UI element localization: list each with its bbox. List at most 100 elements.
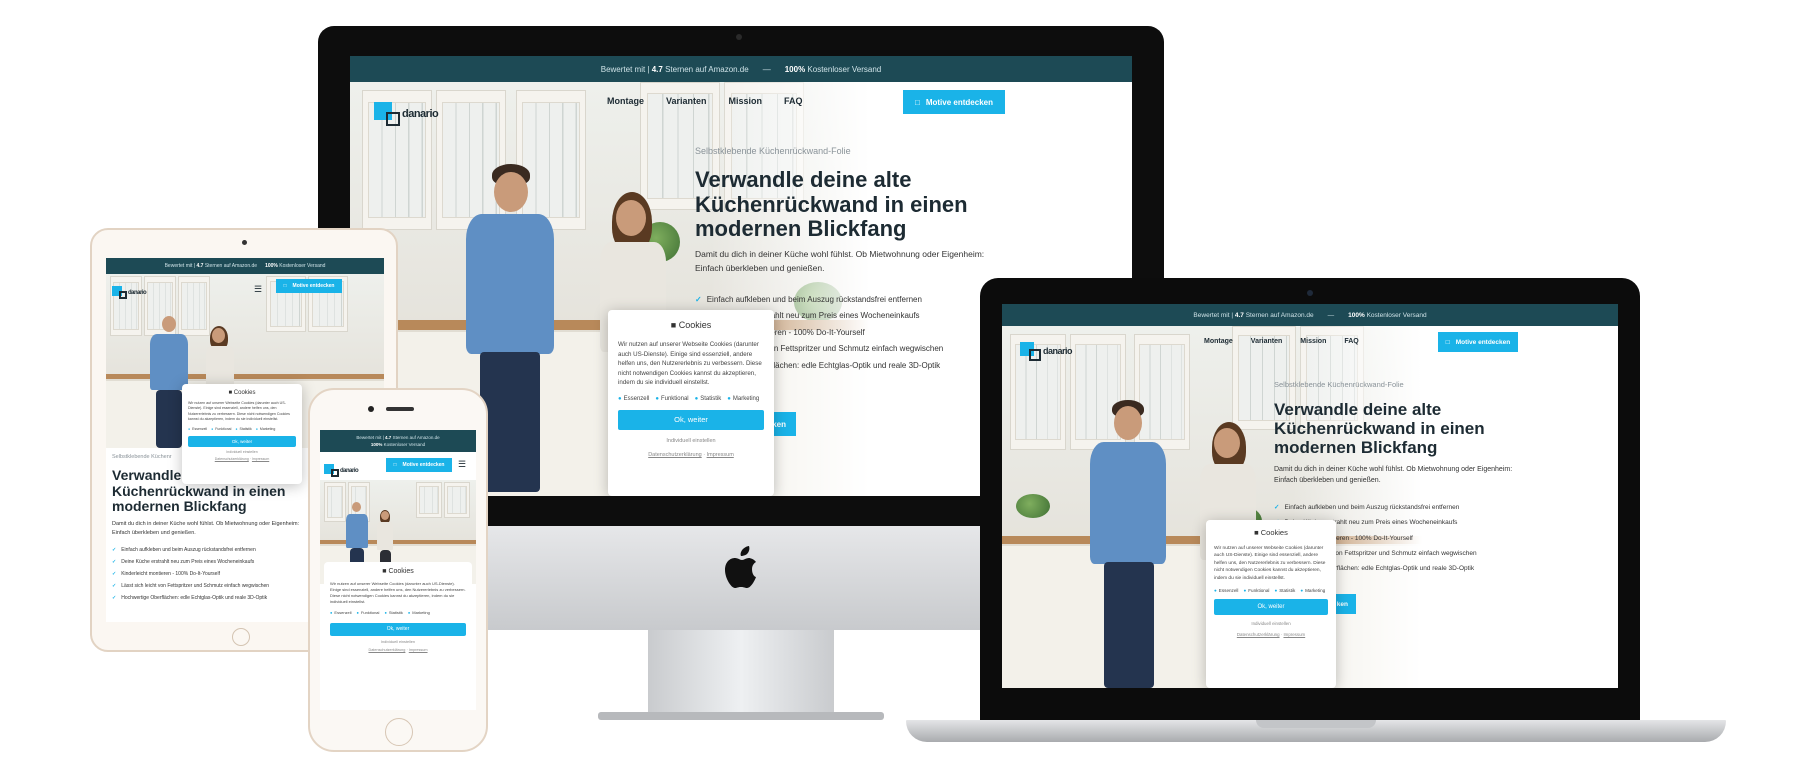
category-statistik[interactable]: Statistik bbox=[1274, 588, 1295, 593]
cookie-dialog: ■ Cookies Wir nutzen auf unserer Webseit… bbox=[608, 310, 774, 496]
apple-logo-icon bbox=[723, 546, 759, 590]
document-icon: □ bbox=[915, 97, 920, 107]
phone-screen: Bewertet mit | 4.7 Sternen auf Amazon.de… bbox=[320, 430, 476, 710]
imprint-link[interactable]: Impressum bbox=[1283, 632, 1305, 637]
motive-entdecken-button[interactable]: □ Motive entdecken bbox=[276, 279, 342, 293]
nav-item-varianten[interactable]: Varianten bbox=[1251, 338, 1283, 345]
category-marketing[interactable]: Marketing bbox=[256, 427, 275, 431]
nav-item-varianten[interactable]: Varianten bbox=[666, 96, 707, 106]
logo[interactable]: danario bbox=[374, 90, 439, 126]
document-icon: □ bbox=[393, 462, 397, 468]
motive-entdecken-button[interactable]: □ Motive entdecken bbox=[903, 90, 1005, 114]
category-marketing[interactable]: Marketing bbox=[727, 396, 759, 402]
document-icon: □ bbox=[1445, 338, 1450, 346]
hero-title: Verwandle deine alte Küchenrückwand in ei… bbox=[1274, 400, 1485, 458]
check-item: Einfach aufkleben und beim Auszug rückst… bbox=[1274, 500, 1544, 515]
macbook-device: Bewertet mit | 4.7 Sternen auf Amazon.de… bbox=[906, 278, 1726, 748]
main-nav: Montage Varianten Mission FAQ bbox=[607, 96, 803, 106]
category-statistik[interactable]: Statistik bbox=[695, 396, 721, 402]
category-statistik[interactable]: Statistik bbox=[235, 427, 252, 431]
category-essenzell[interactable]: Essenzell bbox=[1214, 588, 1239, 593]
hero-subtitle: Selbstklebende Küchenrückwand-Folie bbox=[112, 454, 172, 460]
imac-stand bbox=[648, 630, 834, 716]
category-funktional[interactable]: Funktional bbox=[357, 610, 379, 615]
imprint-link[interactable]: Impressum bbox=[252, 457, 269, 461]
category-essenzell[interactable]: Essenzell bbox=[188, 427, 207, 431]
nav-item-montage[interactable]: Montage bbox=[1204, 338, 1233, 345]
cookie-categories: Essenzell Funktional Statistik Marketing bbox=[618, 396, 764, 402]
shipping-text: 100% Kostenloser Versand bbox=[784, 64, 882, 74]
nav-item-mission[interactable]: Mission bbox=[729, 96, 763, 106]
category-funktional[interactable]: Funktional bbox=[211, 427, 231, 431]
privacy-link[interactable]: Datenschutzerklärung bbox=[215, 457, 249, 461]
cookie-accept-button[interactable]: Ok, weiter bbox=[1214, 599, 1328, 616]
tablet-camera bbox=[242, 240, 247, 245]
main-nav: Montage Varianten Mission FAQ bbox=[1204, 338, 1359, 345]
hero-paragraph: Damit du dich in deiner Küche wohl fühls… bbox=[112, 521, 300, 536]
cookie-icon: ■ bbox=[228, 390, 233, 396]
hero-title: Verwandle deine alte Küchenrückwand in ei… bbox=[695, 167, 968, 242]
imprint-link[interactable]: Impressum bbox=[707, 452, 734, 458]
cookie-dialog: ■ Cookies Wir nutzen auf unserer Webseit… bbox=[1206, 520, 1336, 688]
cookie-links: Datenschutzerklärung · Impressum bbox=[648, 452, 734, 459]
cookie-accept-button[interactable]: Ok, weiter bbox=[330, 623, 466, 636]
cookie-accept-button[interactable]: Ok, weiter bbox=[188, 435, 296, 447]
category-funktional[interactable]: Funktional bbox=[655, 396, 689, 402]
macbook-notch bbox=[1256, 720, 1376, 728]
privacy-link[interactable]: Datenschutzerklärung bbox=[368, 648, 405, 652]
hero-paragraph: Damit du dich in deiner Küche wohl fühls… bbox=[1274, 466, 1513, 485]
imac-foot bbox=[598, 712, 884, 720]
phone-camera bbox=[368, 406, 374, 412]
cookie-individual-link[interactable]: Individuell einstellen bbox=[608, 438, 774, 444]
category-essenzell[interactable]: Essenzell bbox=[330, 610, 351, 615]
category-essenzell[interactable]: Essenzell bbox=[618, 396, 650, 402]
cookie-icon: ■ bbox=[382, 568, 387, 575]
privacy-link[interactable]: Datenschutzerklärung bbox=[1237, 632, 1280, 637]
cookie-icon: ■ bbox=[1254, 528, 1259, 537]
phone-device: Bewertet mit | 4.7 Sternen auf Amazon.de… bbox=[308, 388, 488, 752]
hamburger-menu-icon[interactable]: ☰ bbox=[254, 284, 262, 295]
topbar-separator: — bbox=[762, 64, 771, 74]
cookie-individual-link[interactable]: Individuell einstellen bbox=[182, 450, 302, 454]
motive-entdecken-button[interactable]: □ Motive entdecken bbox=[1438, 332, 1518, 352]
tablet-home-button bbox=[232, 628, 250, 646]
cookie-individual-link[interactable]: Individuell einstellen bbox=[1206, 621, 1336, 626]
rating-text: Bewertet mit | 4.7 Sternen auf Amazon.de bbox=[600, 64, 749, 74]
hero-paragraph: Damit du dich in deiner Küche wohl fühls… bbox=[695, 249, 985, 273]
nav-item-faq[interactable]: FAQ bbox=[1344, 338, 1358, 345]
macbook-camera bbox=[1307, 290, 1313, 296]
cookie-dialog: ■ Cookies Wir nutzen auf unserer Webseit… bbox=[182, 384, 302, 484]
cookie-body: Wir nutzen auf unserer Webseite Cookies … bbox=[618, 341, 762, 387]
nav-item-mission[interactable]: Mission bbox=[1300, 338, 1326, 345]
category-statistik[interactable]: Statistik bbox=[384, 610, 403, 615]
logo[interactable]: danario bbox=[112, 278, 147, 299]
macbook-screen: Bewertet mit | 4.7 Sternen auf Amazon.de… bbox=[1002, 304, 1618, 688]
nav-item-faq[interactable]: FAQ bbox=[784, 96, 803, 106]
hamburger-menu-icon[interactable]: ☰ bbox=[458, 459, 466, 470]
topbar: Bewertet mit | 4.7 Sternen auf Amazon.de… bbox=[106, 258, 384, 274]
motive-entdecken-button[interactable]: □ Motive entdecken bbox=[386, 458, 452, 472]
hero-subtitle: Selbstklebende Küchenrückwand-Folie bbox=[695, 146, 851, 156]
topbar: Bewertet mit | 4.7 Sternen auf Amazon.de… bbox=[350, 56, 1132, 82]
logo[interactable]: danario bbox=[324, 456, 359, 477]
nav-item-montage[interactable]: Montage bbox=[607, 96, 644, 106]
cookie-individual-link[interactable]: Individuell einstellen bbox=[324, 640, 472, 644]
imprint-link[interactable]: Impressum bbox=[409, 648, 428, 652]
cookie-dialog: ■ Cookies Wir nutzen auf unserer Webseit… bbox=[324, 562, 472, 710]
category-funktional[interactable]: Funktional bbox=[1243, 588, 1269, 593]
cookie-icon: ■ bbox=[670, 320, 677, 330]
logo[interactable]: danario bbox=[1020, 332, 1073, 361]
document-icon: □ bbox=[283, 283, 287, 289]
hero-subtitle: Selbstklebende Küchenrückwand-Folie bbox=[1274, 380, 1404, 389]
category-marketing[interactable]: Marketing bbox=[1300, 588, 1325, 593]
category-marketing[interactable]: Marketing bbox=[408, 610, 430, 615]
phone-home-button bbox=[385, 718, 413, 746]
topbar: Bewertet mit | 4.7 Sternen auf Amazon.de… bbox=[320, 430, 476, 452]
privacy-link[interactable]: Datenschutzerklärung bbox=[648, 452, 702, 458]
imac-camera bbox=[736, 34, 742, 40]
man-figure bbox=[1078, 398, 1178, 688]
cookie-accept-button[interactable]: Ok, weiter bbox=[618, 410, 764, 431]
phone-speaker bbox=[386, 407, 414, 411]
cookie-title: ■ Cookies bbox=[670, 320, 712, 330]
topbar: Bewertet mit | 4.7 Sternen auf Amazon.de… bbox=[1002, 304, 1618, 326]
